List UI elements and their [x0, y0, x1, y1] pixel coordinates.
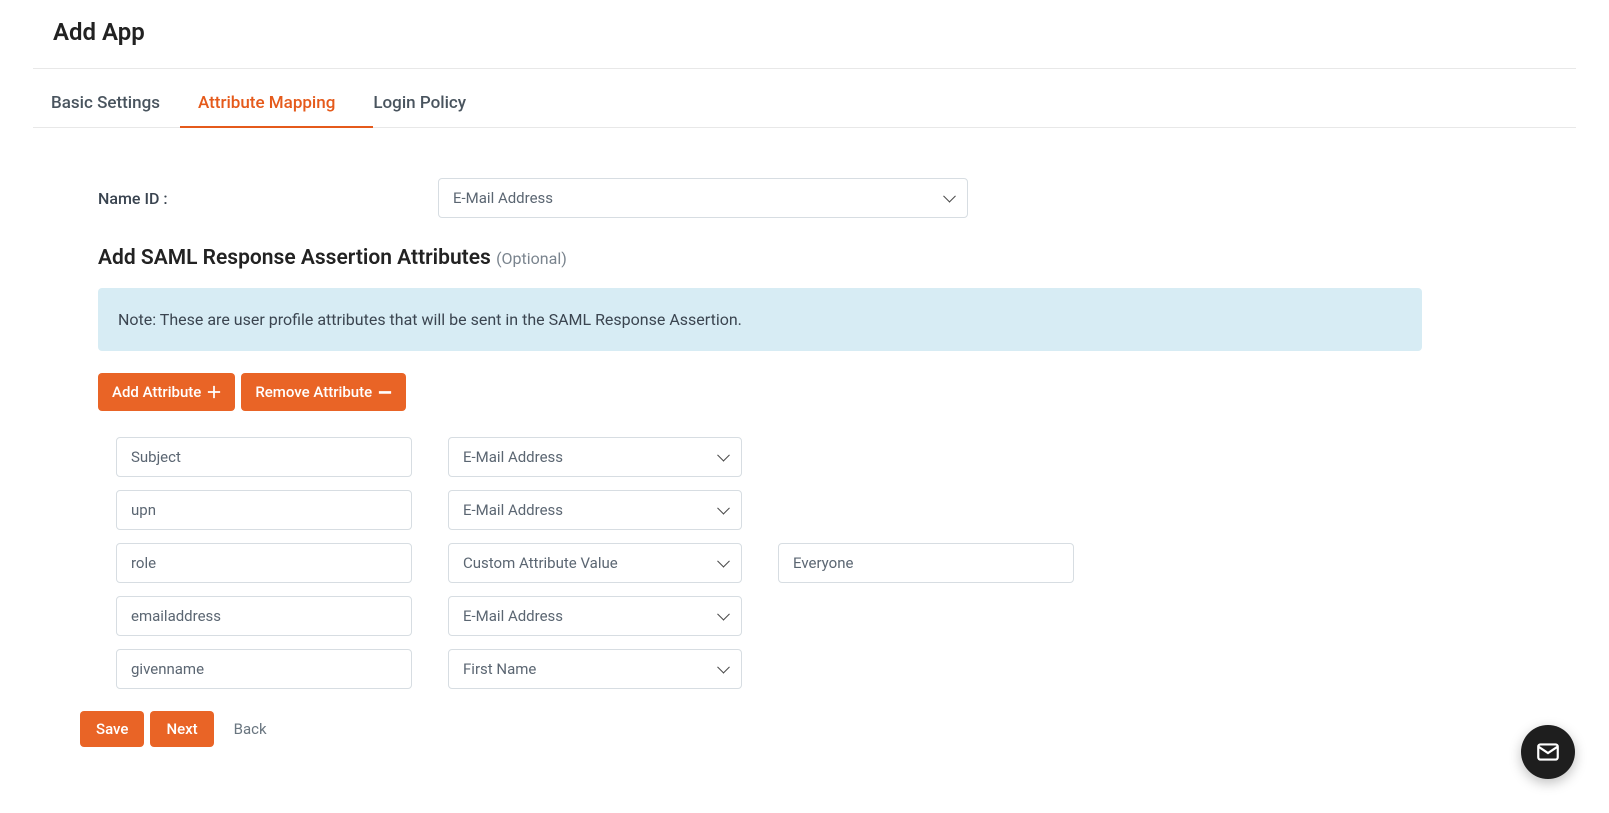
minus-icon — [378, 385, 392, 399]
note-box: Note: These are user profile attributes … — [98, 288, 1422, 351]
remove-attribute-button[interactable]: Remove Attribute — [241, 373, 406, 411]
remove-attribute-label: Remove Attribute — [255, 383, 372, 401]
mail-icon — [1535, 739, 1561, 765]
attribute-name-input[interactable] — [116, 490, 412, 530]
attribute-name-input[interactable] — [116, 596, 412, 636]
tab-basic-settings[interactable]: Basic Settings — [51, 79, 180, 127]
add-attribute-button[interactable]: Add Attribute — [98, 373, 235, 411]
section-heading-text: Add SAML Response Assertion Attributes — [98, 246, 491, 270]
name-id-select[interactable]: E-Mail Address — [438, 178, 968, 218]
tab-attribute-mapping[interactable]: Attribute Mapping — [198, 79, 355, 127]
attribute-value-select[interactable]: E-Mail Address — [448, 596, 742, 636]
attribute-row: Custom Attribute Value — [116, 543, 1511, 583]
attribute-value-select[interactable]: E-Mail Address — [448, 437, 742, 477]
attribute-value-select[interactable]: First Name — [448, 649, 742, 689]
attribute-custom-input[interactable] — [778, 543, 1074, 583]
add-attribute-label: Add Attribute — [112, 383, 201, 401]
attribute-name-input[interactable] — [116, 543, 412, 583]
save-button[interactable]: Save — [80, 711, 144, 747]
name-id-label: Name ID : — [98, 189, 438, 208]
back-link[interactable]: Back — [220, 720, 281, 738]
attribute-row: E-Mail Address — [116, 490, 1511, 530]
attribute-value-select[interactable]: Custom Attribute Value — [448, 543, 742, 583]
next-button[interactable]: Next — [150, 711, 213, 747]
section-heading: Add SAML Response Assertion Attributes (… — [98, 246, 1511, 270]
attribute-value-select[interactable]: E-Mail Address — [448, 490, 742, 530]
plus-icon — [207, 385, 221, 399]
attribute-name-input[interactable] — [116, 649, 412, 689]
attribute-rows: E-Mail Address E-Mail Address Custom Att… — [98, 437, 1511, 689]
chat-widget-button[interactable] — [1521, 725, 1575, 779]
attribute-row: First Name — [116, 649, 1511, 689]
attribute-name-input[interactable] — [116, 437, 412, 477]
page-title: Add App — [33, 0, 1576, 69]
attribute-row: E-Mail Address — [116, 596, 1511, 636]
section-heading-optional: (Optional) — [496, 249, 567, 268]
attribute-row: E-Mail Address — [116, 437, 1511, 477]
tabs: Basic Settings Attribute Mapping Login P… — [33, 79, 1576, 128]
tab-login-policy[interactable]: Login Policy — [373, 79, 486, 127]
